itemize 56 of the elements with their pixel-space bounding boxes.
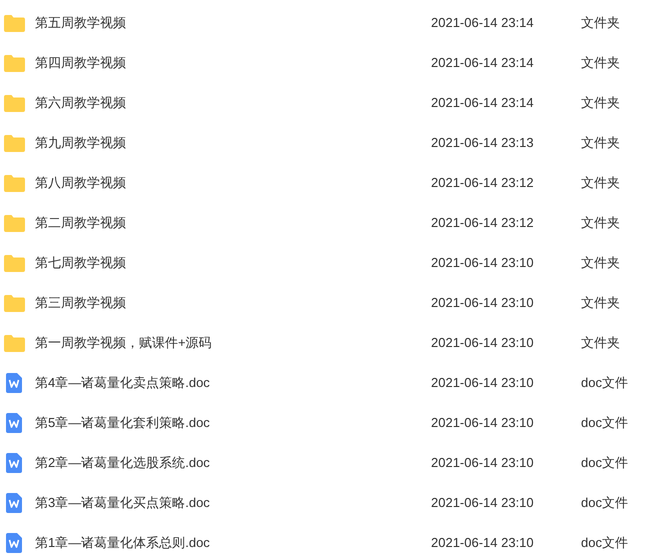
document-icon bbox=[6, 493, 22, 513]
file-type: doc文件 bbox=[581, 534, 628, 552]
folder-icon bbox=[4, 94, 25, 112]
file-type: 文件夹 bbox=[581, 294, 620, 312]
modified-date: 2021-06-14 23:14 bbox=[431, 14, 535, 32]
modified-date: 2021-06-14 23:10 bbox=[431, 414, 535, 432]
file-name[interactable]: 第3章—诸葛量化买点策略.doc bbox=[35, 493, 210, 513]
modified-date: 2021-06-14 23:10 bbox=[431, 334, 535, 352]
modified-date: 2021-06-14 23:14 bbox=[431, 94, 535, 112]
file-name[interactable]: 第三周教学视频 bbox=[35, 293, 126, 313]
file-type: 文件夹 bbox=[581, 174, 620, 192]
file-name[interactable]: 第1章—诸葛量化体系总则.doc bbox=[35, 533, 210, 553]
file-name[interactable]: 第九周教学视频 bbox=[35, 133, 126, 153]
file-name[interactable]: 第4章—诸葛量化卖点策略.doc bbox=[35, 373, 210, 393]
file-name[interactable]: 第5章—诸葛量化套利策略.doc bbox=[35, 413, 210, 433]
folder-icon bbox=[4, 254, 25, 272]
file-name[interactable]: 第六周教学视频 bbox=[35, 93, 126, 113]
modified-date: 2021-06-14 23:10 bbox=[431, 534, 535, 552]
file-name[interactable]: 第2章—诸葛量化选股系统.doc bbox=[35, 453, 210, 473]
file-type: doc文件 bbox=[581, 494, 628, 512]
file-type: 文件夹 bbox=[581, 214, 620, 232]
file-name[interactable]: 第八周教学视频 bbox=[35, 173, 126, 193]
file-type: 文件夹 bbox=[581, 14, 620, 32]
folder-icon bbox=[4, 54, 25, 72]
file-type: doc文件 bbox=[581, 414, 628, 432]
modified-date: 2021-06-14 23:14 bbox=[431, 54, 535, 72]
folder-icon bbox=[4, 174, 25, 192]
file-name[interactable]: 第五周教学视频 bbox=[35, 13, 126, 33]
document-icon bbox=[6, 453, 22, 473]
modified-date: 2021-06-14 23:13 bbox=[431, 134, 535, 152]
file-name[interactable]: 第二周教学视频 bbox=[35, 213, 126, 233]
modified-date: 2021-06-14 23:10 bbox=[431, 254, 535, 272]
modified-date: 2021-06-14 23:10 bbox=[431, 374, 535, 392]
file-type: 文件夹 bbox=[581, 134, 620, 152]
modified-date: 2021-06-14 23:12 bbox=[431, 214, 535, 232]
modified-date: 2021-06-14 23:10 bbox=[431, 494, 535, 512]
folder-icon bbox=[4, 214, 25, 232]
file-type: 文件夹 bbox=[581, 334, 620, 352]
file-name[interactable]: 第四周教学视频 bbox=[35, 53, 126, 73]
file-type: 文件夹 bbox=[581, 254, 620, 272]
file-type: 文件夹 bbox=[581, 54, 620, 72]
folder-icon bbox=[4, 14, 25, 32]
folder-icon bbox=[4, 134, 25, 152]
file-name[interactable]: 第一周教学视频，赋课件+源码 bbox=[35, 333, 212, 353]
file-type: doc文件 bbox=[581, 454, 628, 472]
document-icon bbox=[6, 373, 22, 393]
folder-icon bbox=[4, 294, 25, 312]
file-type: doc文件 bbox=[581, 374, 628, 392]
file-type: 文件夹 bbox=[581, 94, 620, 112]
document-icon bbox=[6, 413, 22, 433]
file-name[interactable]: 第七周教学视频 bbox=[35, 253, 126, 273]
document-icon bbox=[6, 533, 22, 553]
modified-date: 2021-06-14 23:12 bbox=[431, 174, 535, 192]
modified-date: 2021-06-14 23:10 bbox=[431, 454, 535, 472]
modified-date: 2021-06-14 23:10 bbox=[431, 294, 535, 312]
folder-icon bbox=[4, 334, 25, 352]
